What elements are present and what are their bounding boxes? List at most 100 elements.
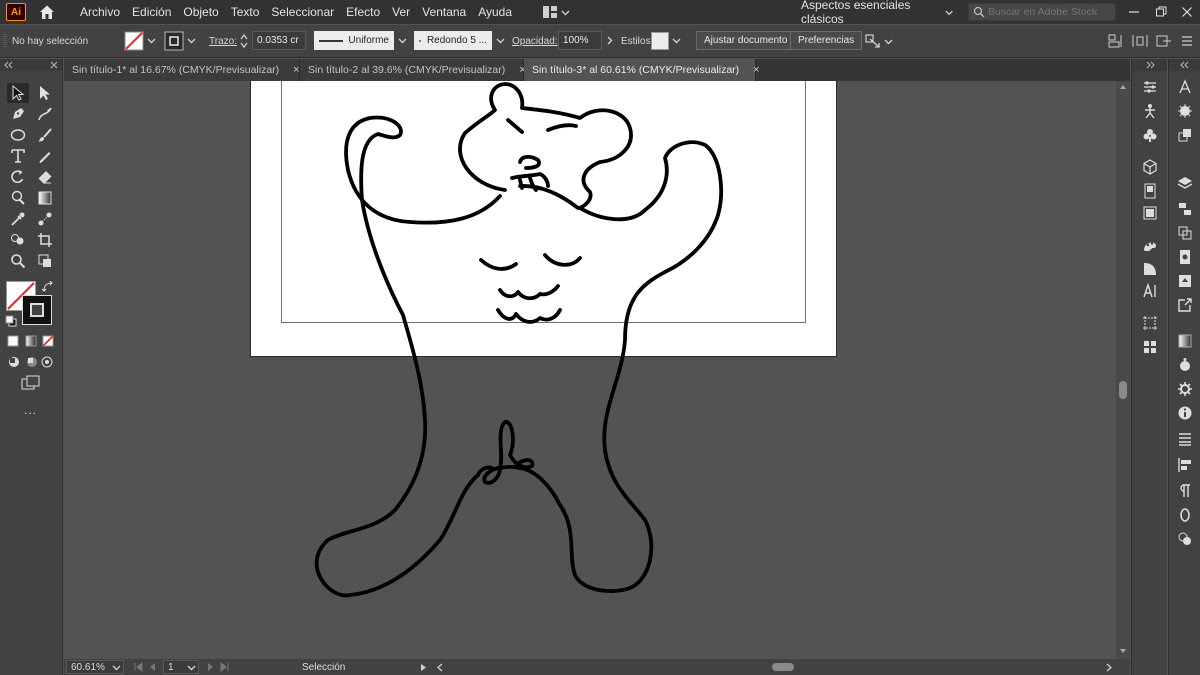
selection-tool-icon[interactable] (7, 83, 29, 103)
brushes-icon[interactable] (1174, 529, 1196, 549)
none-mode-icon[interactable] (42, 335, 54, 347)
fit-document-button[interactable]: Ajustar documento (696, 31, 796, 50)
scroll-left-icon[interactable] (436, 663, 445, 672)
swap-fill-stroke-icon[interactable] (42, 281, 54, 293)
tools-panel-header[interactable] (0, 59, 62, 71)
3d-materials-icon[interactable] (1139, 157, 1161, 177)
screen-mode-icon[interactable] (21, 375, 41, 391)
swatches-icon[interactable] (1139, 337, 1161, 357)
vertical-scroll-thumb[interactable] (1119, 381, 1127, 399)
tab-document-3[interactable]: Sin título-3* al 60.61% (CMYK/Previsuali… (524, 59, 760, 81)
paragraph-icon[interactable] (1174, 481, 1196, 501)
tab-document-2[interactable]: Sin título-2 al 39.6% (CMYK/Previsualiza… (300, 59, 526, 81)
align-icon[interactable] (1107, 31, 1125, 51)
menu-ventana[interactable]: Ventana (416, 0, 472, 24)
curvature-tool-icon[interactable] (34, 104, 56, 124)
pathfinder-icon[interactable] (1174, 223, 1196, 243)
next-artboard-icon[interactable] (206, 662, 216, 672)
stroke-profile-field[interactable]: Uniforme (314, 31, 394, 50)
color-guide-icon[interactable] (1139, 235, 1161, 255)
links-icon[interactable] (1174, 247, 1196, 267)
zoom-tool-icon[interactable] (7, 251, 29, 271)
export-icon[interactable] (1174, 295, 1196, 315)
bear-drawing[interactable] (64, 81, 1116, 659)
vertical-scrollbar[interactable] (1116, 81, 1130, 659)
artboards-icon[interactable] (1139, 313, 1161, 333)
menu-efecto[interactable]: Efecto (340, 0, 386, 24)
draw-mode-icon[interactable] (7, 355, 21, 369)
panel-menu-icon[interactable] (1180, 31, 1194, 51)
tab-document-1[interactable]: Sin título-1* al 16.67% (CMYK/Previsuali… (64, 59, 300, 81)
info-icon[interactable] (1174, 403, 1196, 423)
character-icon[interactable] (1139, 281, 1161, 301)
ellipse-tool-icon[interactable] (7, 125, 29, 145)
menu-texto[interactable]: Texto (225, 0, 266, 24)
dock-collapse-toggle[interactable] (1132, 59, 1167, 71)
stock-search-box[interactable] (968, 3, 1116, 21)
opentype-icon[interactable] (1174, 505, 1196, 525)
glyphs-icon[interactable] (1174, 77, 1196, 97)
graphic-style-swatch[interactable] (651, 31, 669, 51)
menu-edicion[interactable]: Edición (126, 0, 177, 24)
draw-behind-icon[interactable] (25, 355, 39, 369)
eraser-tool-icon[interactable] (34, 167, 56, 187)
fill-dropdown[interactable] (145, 31, 157, 50)
graphic-style-dropdown[interactable] (670, 31, 682, 50)
color-theme-icon[interactable] (1174, 355, 1196, 375)
stroke-weight-stepper[interactable] (239, 31, 249, 51)
gradient-panel-icon[interactable] (1174, 331, 1196, 351)
paintbrush-tool-icon[interactable] (34, 125, 56, 145)
opacity-label[interactable]: Opacidad: (512, 36, 558, 47)
shape-builder-tool-icon[interactable] (7, 230, 29, 250)
workspace-switcher[interactable]: Aspectos esenciales clásicos (793, 0, 961, 26)
default-colors-icon[interactable] (5, 315, 17, 327)
close-tab-icon[interactable]: × (753, 64, 759, 76)
color-mode-icon[interactable] (7, 335, 19, 347)
gradient-tool-icon[interactable] (34, 188, 56, 208)
gear-icon[interactable] (1174, 379, 1196, 399)
draw-inside-icon[interactable] (40, 355, 54, 369)
close-tab-icon[interactable]: × (293, 64, 299, 76)
chevron-down-icon[interactable] (187, 663, 196, 672)
artboard-tool-icon[interactable] (34, 230, 56, 250)
stroke-label[interactable]: Trazo: (209, 36, 237, 47)
arrange-documents-button[interactable] (538, 5, 574, 19)
gradient-mode-icon[interactable] (25, 335, 37, 347)
stock-search-input[interactable] (988, 6, 1113, 18)
distribute-icon[interactable] (1131, 31, 1149, 51)
transparency-icon[interactable] (1139, 259, 1161, 279)
brush-dropdown[interactable] (494, 31, 506, 50)
stroke-indicator[interactable] (22, 295, 52, 325)
menu-seleccionar[interactable]: Seleccionar (265, 0, 340, 24)
opacity-slider-toggle[interactable] (603, 31, 615, 50)
stroke-panel-icon[interactable] (1174, 429, 1196, 449)
puppet-warp-icon[interactable] (1139, 101, 1161, 121)
image-trace-tool-icon[interactable] (34, 251, 56, 271)
minimize-icon[interactable] (1124, 2, 1144, 22)
document-canvas[interactable] (64, 81, 1116, 659)
appearance-icon[interactable] (1174, 101, 1196, 121)
chevron-down-icon[interactable] (112, 663, 121, 672)
opacity-field[interactable]: 100% (558, 31, 602, 50)
direct-selection-tool-icon[interactable] (34, 83, 56, 103)
stroke-profile-dropdown[interactable] (396, 31, 408, 50)
pen-tool-icon[interactable] (7, 104, 29, 124)
graphic-styles-icon[interactable] (1174, 125, 1196, 145)
align-objects-icon[interactable] (1174, 455, 1196, 475)
stroke-weight-field[interactable]: 0.0353 cr (252, 31, 306, 50)
dock-collapse-toggle[interactable] (1169, 59, 1200, 71)
blend-tool-icon[interactable] (34, 209, 56, 229)
isolate-icon[interactable] (1155, 31, 1173, 51)
pencil-tool-icon[interactable] (34, 146, 56, 166)
brush-definition-field[interactable]: Redondo 5 ... (414, 31, 492, 50)
rotate-tool-icon[interactable] (7, 167, 29, 187)
menu-objeto[interactable]: Objeto (177, 0, 224, 24)
preferences-button[interactable]: Preferencias (790, 31, 863, 50)
horizontal-scroll-thumb[interactable] (772, 663, 794, 671)
warp-tool-icon[interactable] (7, 188, 29, 208)
home-icon[interactable] (38, 3, 56, 21)
align-panel-icon[interactable] (1174, 199, 1196, 219)
previous-artboard-icon[interactable] (147, 662, 157, 672)
restore-icon[interactable] (1151, 2, 1171, 22)
menu-archivo[interactable]: Archivo (74, 0, 126, 24)
